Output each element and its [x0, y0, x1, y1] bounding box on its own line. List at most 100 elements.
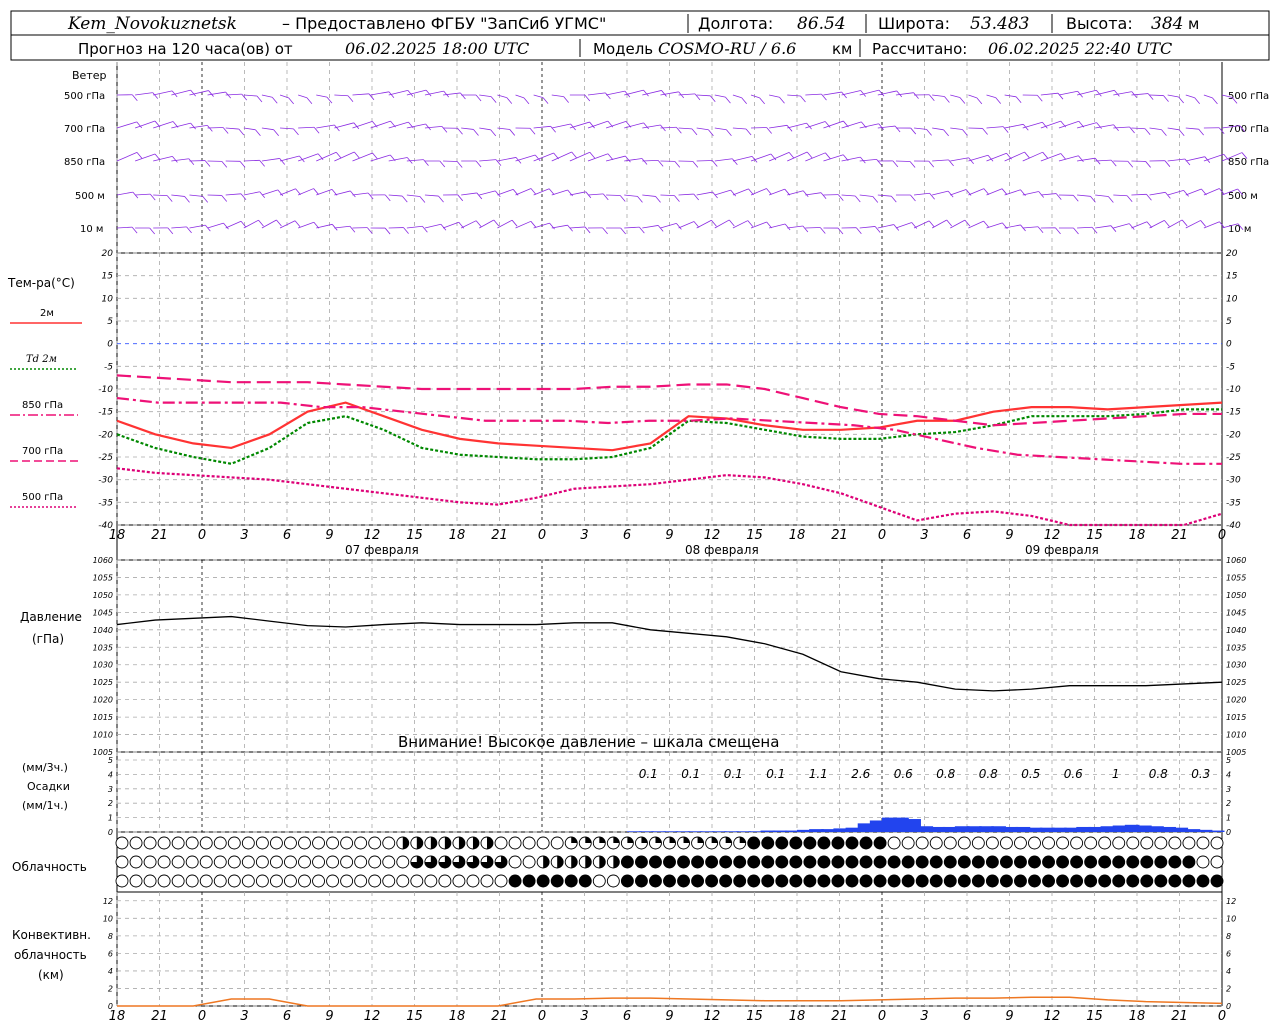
wind-barb-flag [372, 152, 378, 160]
wind-barb-flag [605, 92, 611, 100]
wind-barb-flag [509, 129, 516, 136]
wind-barb-flag [894, 125, 901, 133]
cloud-symbol-fill [599, 837, 606, 843]
wind-barb [388, 157, 408, 162]
wind-barb [678, 127, 693, 130]
cloud-symbol [789, 855, 803, 869]
wind-barb-flag [876, 159, 882, 166]
wind-barb-flag [367, 227, 373, 234]
cloud-symbol [915, 855, 929, 869]
wind-barb [624, 226, 640, 229]
cloud-symbol [747, 874, 761, 888]
wind-barb [352, 192, 369, 196]
cloud-symbol [1210, 855, 1224, 869]
cloud-symbol [634, 855, 648, 869]
cloud-symbol [382, 874, 396, 888]
conv-tick-left: 6 [108, 949, 113, 958]
wind-barb-flag [149, 227, 155, 235]
cloud-symbol [929, 874, 943, 888]
wind-barb [153, 90, 173, 96]
wind-barb [1149, 127, 1162, 131]
wind-barb [134, 120, 156, 129]
wind-barb-flag [571, 151, 577, 159]
cloud-symbol [999, 836, 1013, 850]
cloud-symbol [312, 874, 325, 888]
wind-barb-flag [741, 97, 747, 105]
cloud-symbol [115, 855, 129, 869]
wind-barb-flag [732, 158, 738, 165]
wind-barb [533, 188, 550, 196]
cloud-symbol [845, 855, 859, 869]
cloud-symbol [368, 874, 382, 888]
wind-barb-flag [637, 196, 643, 203]
wind-barb [587, 92, 606, 96]
wind-barb [298, 94, 308, 99]
wind-barb [714, 189, 731, 196]
wind-barb-flag [584, 94, 591, 102]
temp-tick-left: 10 [102, 294, 114, 304]
wind-barb [1076, 122, 1097, 129]
wind-barb [932, 159, 949, 162]
cloud-symbol [1126, 836, 1140, 850]
pressure-tick-left: 1010 [93, 731, 113, 740]
wind-barb [950, 127, 963, 130]
wind-level-500hpa: 500 гПа [64, 91, 105, 102]
wind-barb [261, 219, 277, 229]
wind-barb-flag [354, 151, 360, 159]
cloud-symbol [901, 855, 915, 869]
cloud-symbol [971, 855, 985, 869]
cloud-symbol [382, 836, 396, 850]
cloud-symbol-fill [416, 837, 423, 849]
wind-barb-flag [476, 192, 483, 200]
wind-barb-flag [779, 97, 785, 104]
cloud-symbol [719, 855, 733, 869]
hour-label: 18 [789, 528, 806, 543]
wind-barb [1058, 155, 1079, 162]
cloud-symbol-fill [711, 837, 718, 843]
wind-barb [135, 193, 151, 196]
wind-barb [986, 126, 1004, 129]
pressure-tick-right: 1010 [1226, 731, 1246, 740]
wind-barb-flag [892, 160, 899, 168]
precip-unit1: (мм/1ч.) [22, 799, 68, 812]
wind-barb [750, 188, 767, 196]
wind-barb-flag [1126, 195, 1133, 203]
cloud-symbol-fill [613, 856, 620, 868]
cloud-symbol [620, 855, 634, 869]
wind-barb-flag [983, 188, 990, 195]
wind-barb [261, 94, 273, 98]
cloud-symbol [522, 874, 536, 888]
header-lat-label: Широта: [878, 14, 950, 33]
wind-barb [769, 124, 788, 129]
hour-label: 18 [1129, 1009, 1146, 1024]
wind-barb-flag [276, 219, 282, 227]
cloud-symbol [157, 855, 171, 869]
wind-barb [171, 194, 185, 197]
hour-label: 18 [109, 1009, 126, 1024]
wind-barb [805, 152, 826, 162]
wind-barb [1149, 191, 1166, 196]
wind-barb-flag [784, 223, 791, 231]
wind-barb [1185, 127, 1199, 130]
wind-barb-flag [1073, 227, 1079, 235]
cloud-symbol [1140, 855, 1154, 869]
wind-title: Ветер [72, 69, 106, 82]
wind-barb-flag [909, 161, 916, 168]
cloud-symbol [522, 836, 536, 850]
wind-barb [153, 194, 168, 197]
cloud-symbol [985, 855, 999, 869]
temp-tick-left: 0 [107, 340, 113, 350]
wind-barb [642, 225, 659, 229]
cloud-symbol [1182, 836, 1196, 850]
cloud-symbol [901, 874, 915, 888]
wind-barb-flag [172, 156, 178, 163]
cloud-symbol-fill [627, 837, 634, 843]
conv-title2: облачность [14, 948, 87, 962]
cloud-symbol [508, 874, 522, 888]
wind-barb-flag [1108, 196, 1114, 203]
wind-level-850hpa-right: 850 гПа [1228, 157, 1269, 168]
cloud-symbol [185, 836, 199, 850]
wind-barb [1203, 153, 1224, 162]
pressure-tick-right: 1015 [1226, 713, 1246, 722]
cloud-symbol [199, 874, 213, 888]
